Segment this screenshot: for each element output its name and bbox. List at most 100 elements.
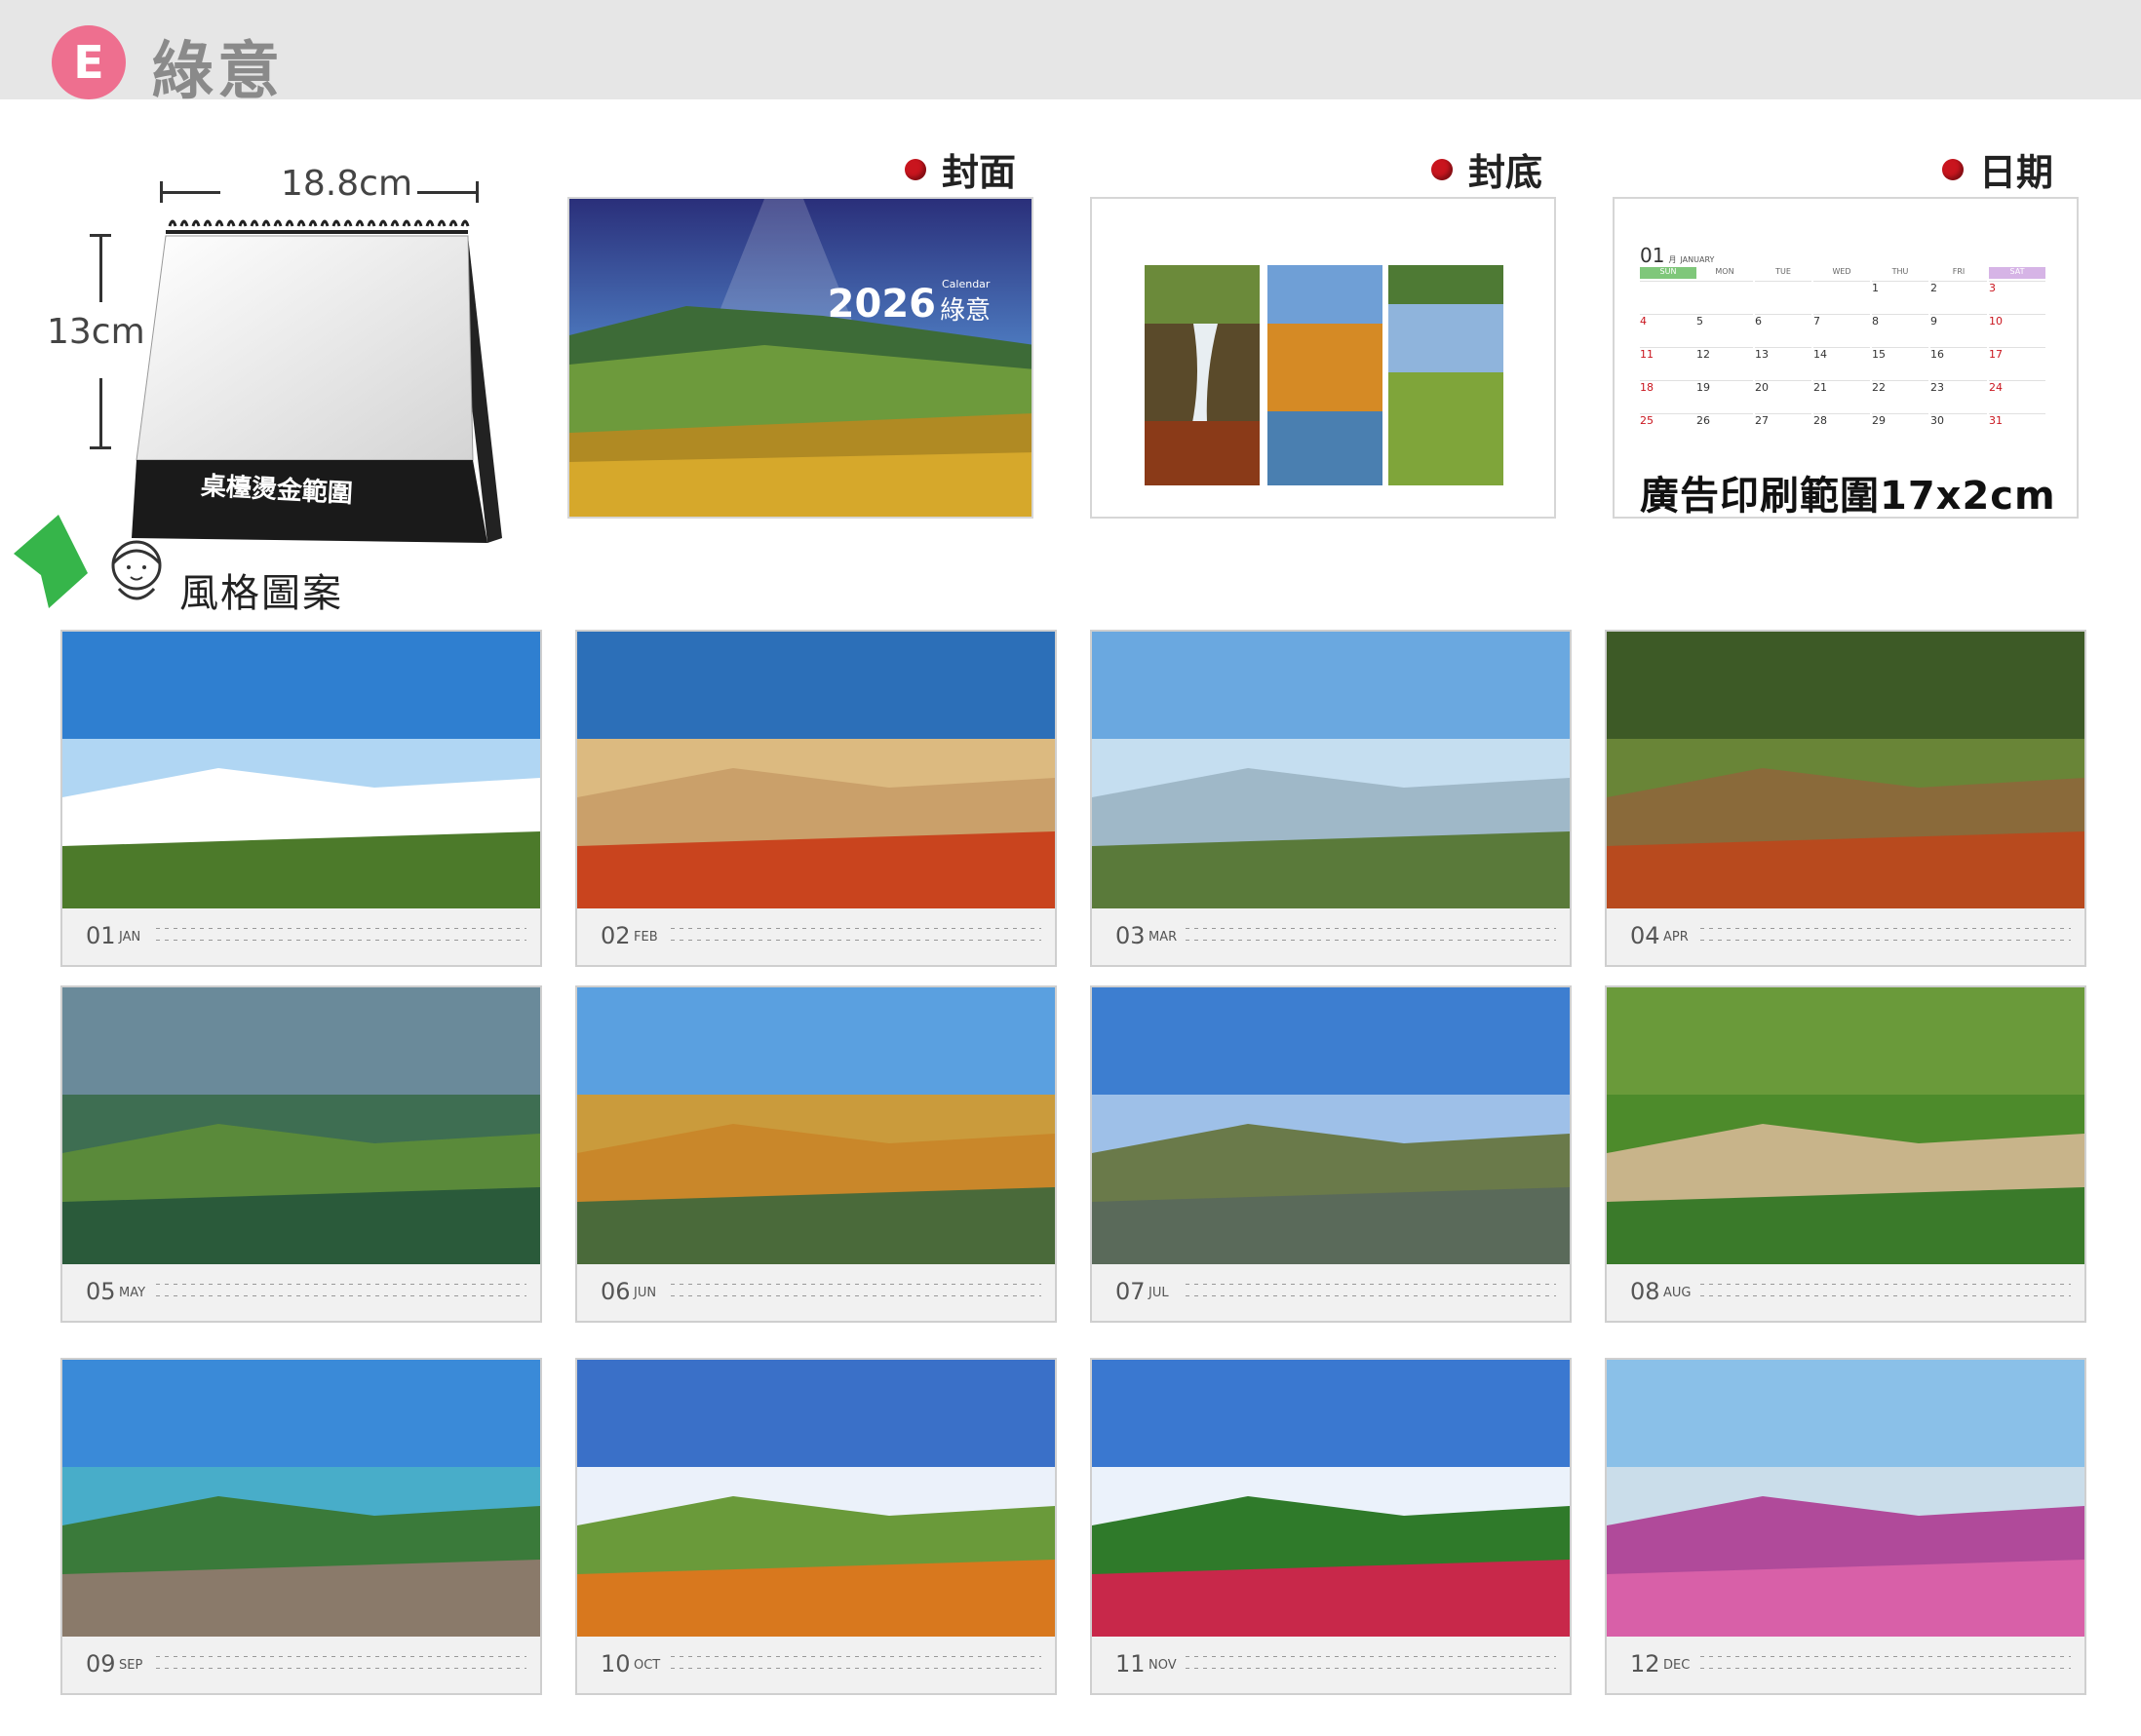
back-photo-stream-image	[1145, 265, 1260, 485]
date-cell	[1640, 281, 1696, 311]
date-number: 8	[1872, 315, 1879, 328]
month-tile-aug: 08 AUG	[1605, 985, 2086, 1323]
date-page-preview: 01 月 JANUARY SUN MON TUE WED THU FRI SAT 12345…	[1613, 197, 2079, 519]
month-day-row	[671, 922, 1041, 947]
month-photo-image	[1092, 987, 1570, 1264]
red-dot-icon	[1431, 158, 1453, 180]
date-cell: 28	[1813, 413, 1870, 444]
weekday-thu: THU	[1891, 267, 1909, 276]
cover-year: 2026	[827, 282, 936, 327]
month-date-strip: 06 JUN	[577, 1264, 1055, 1321]
month-photo-image	[1092, 1360, 1570, 1637]
month-photo-image	[577, 632, 1055, 908]
month-date-strip: 03 MAR	[1092, 908, 1570, 965]
cover-title: 2026 Calendar 綠意	[827, 279, 991, 328]
style-badge: E	[52, 25, 126, 99]
weekday-wed: WED	[1832, 267, 1851, 276]
date-cell: 25	[1640, 413, 1696, 444]
date-cell: 18	[1640, 380, 1696, 410]
month-date-strip: 07 JUL	[1092, 1264, 1570, 1321]
date-cell: 14	[1813, 347, 1870, 377]
date-cell	[1813, 281, 1870, 311]
month-tile-mar: 03 MAR	[1090, 630, 1572, 967]
height-dimension-line-bottom	[99, 378, 102, 446]
date-section-label: 日期	[1942, 142, 2053, 196]
month-day-row	[1700, 1650, 2071, 1676]
date-cell: 15	[1872, 347, 1928, 377]
date-number: 24	[1989, 381, 2003, 394]
cover-landscape-image	[569, 199, 1032, 517]
month-abbreviation: AUG	[1663, 1286, 1692, 1300]
month-number: 10	[601, 1650, 631, 1678]
back-photo-autumn-trees-image	[1267, 265, 1382, 485]
month-date-strip: 11 NOV	[1092, 1637, 1570, 1693]
date-cell: 20	[1755, 380, 1811, 410]
date-month-heading: 01 月 JANUARY	[1640, 244, 1715, 267]
month-tile-apr: 04 APR	[1605, 630, 2086, 967]
red-dot-icon	[905, 158, 926, 180]
date-number: 10	[1989, 315, 2003, 328]
date-number: 19	[1696, 381, 1710, 394]
month-abbreviation: JUL	[1148, 1286, 1169, 1300]
back-cover-preview	[1090, 197, 1556, 519]
month-photo-image	[577, 987, 1055, 1264]
month-abbreviation: JUN	[634, 1286, 657, 1300]
month-tile-oct: 10 OCT	[575, 1358, 1057, 1695]
date-cell: 8	[1872, 314, 1928, 344]
style-title: 綠意	[151, 36, 284, 108]
date-number: 31	[1989, 414, 2003, 427]
month-photo-image	[1092, 632, 1570, 908]
date-number: 11	[1640, 348, 1654, 361]
date-cell: 23	[1930, 380, 1987, 410]
date-cell: 30	[1930, 413, 1987, 444]
month-abbreviation: APR	[1663, 930, 1689, 945]
month-number: 07	[1115, 1278, 1146, 1305]
height-dimension-line-top	[99, 234, 102, 302]
date-number: 13	[1755, 348, 1769, 361]
date-number: 18	[1640, 381, 1654, 394]
date-number: 29	[1872, 414, 1886, 427]
month-day-row	[1700, 922, 2071, 947]
date-number: 14	[1813, 348, 1827, 361]
month-abbreviation: MAY	[119, 1286, 146, 1300]
date-cell: 16	[1930, 347, 1987, 377]
month-tile-dec: 12 DEC	[1605, 1358, 2086, 1695]
month-day-row	[156, 922, 526, 947]
weekday-tue: TUE	[1775, 267, 1791, 276]
date-cell: 17	[1989, 347, 2045, 377]
date-number: 17	[1989, 348, 2003, 361]
month-abbreviation: FEB	[634, 930, 658, 945]
month-number: 01	[86, 922, 116, 949]
cover-section-label: 封面	[905, 142, 1016, 196]
month-tile-sep: 09 SEP	[60, 1358, 542, 1695]
ad-print-area-label: 廣告印刷範圍17x2cm	[1640, 474, 2056, 519]
month-date-strip: 09 SEP	[62, 1637, 540, 1693]
month-date-strip: 04 APR	[1607, 908, 2084, 965]
width-label: 18.8cm	[281, 164, 413, 204]
date-number: 6	[1755, 315, 1762, 328]
month-abbreviation: DEC	[1663, 1658, 1691, 1673]
width-dimension-tick	[476, 181, 479, 203]
date-number: 25	[1640, 414, 1654, 427]
month-abbreviation: MAR	[1148, 930, 1178, 945]
month-date-strip: 05 MAY	[62, 1264, 540, 1321]
month-date-strip: 01 JAN	[62, 908, 540, 965]
date-cell: 11	[1640, 347, 1696, 377]
date-number: 12	[1696, 348, 1710, 361]
month-tile-nov: 11 NOV	[1090, 1358, 1572, 1695]
date-cell: 3	[1989, 281, 2045, 311]
month-date-strip: 02 FEB	[577, 908, 1055, 965]
month-number: 08	[1630, 1278, 1660, 1305]
month-photo-image	[577, 1360, 1055, 1637]
month-number: 09	[86, 1650, 116, 1678]
month-number: 02	[601, 922, 631, 949]
month-photo-image	[62, 987, 540, 1264]
date-cell: 27	[1755, 413, 1811, 444]
month-day-row	[1700, 1278, 2071, 1303]
date-number: 2	[1930, 282, 1937, 294]
month-tile-feb: 02 FEB	[575, 630, 1057, 967]
month-day-row	[156, 1650, 526, 1676]
month-date-strip: 10 OCT	[577, 1637, 1055, 1693]
date-number: 26	[1696, 414, 1710, 427]
month-photo-image	[62, 632, 540, 908]
